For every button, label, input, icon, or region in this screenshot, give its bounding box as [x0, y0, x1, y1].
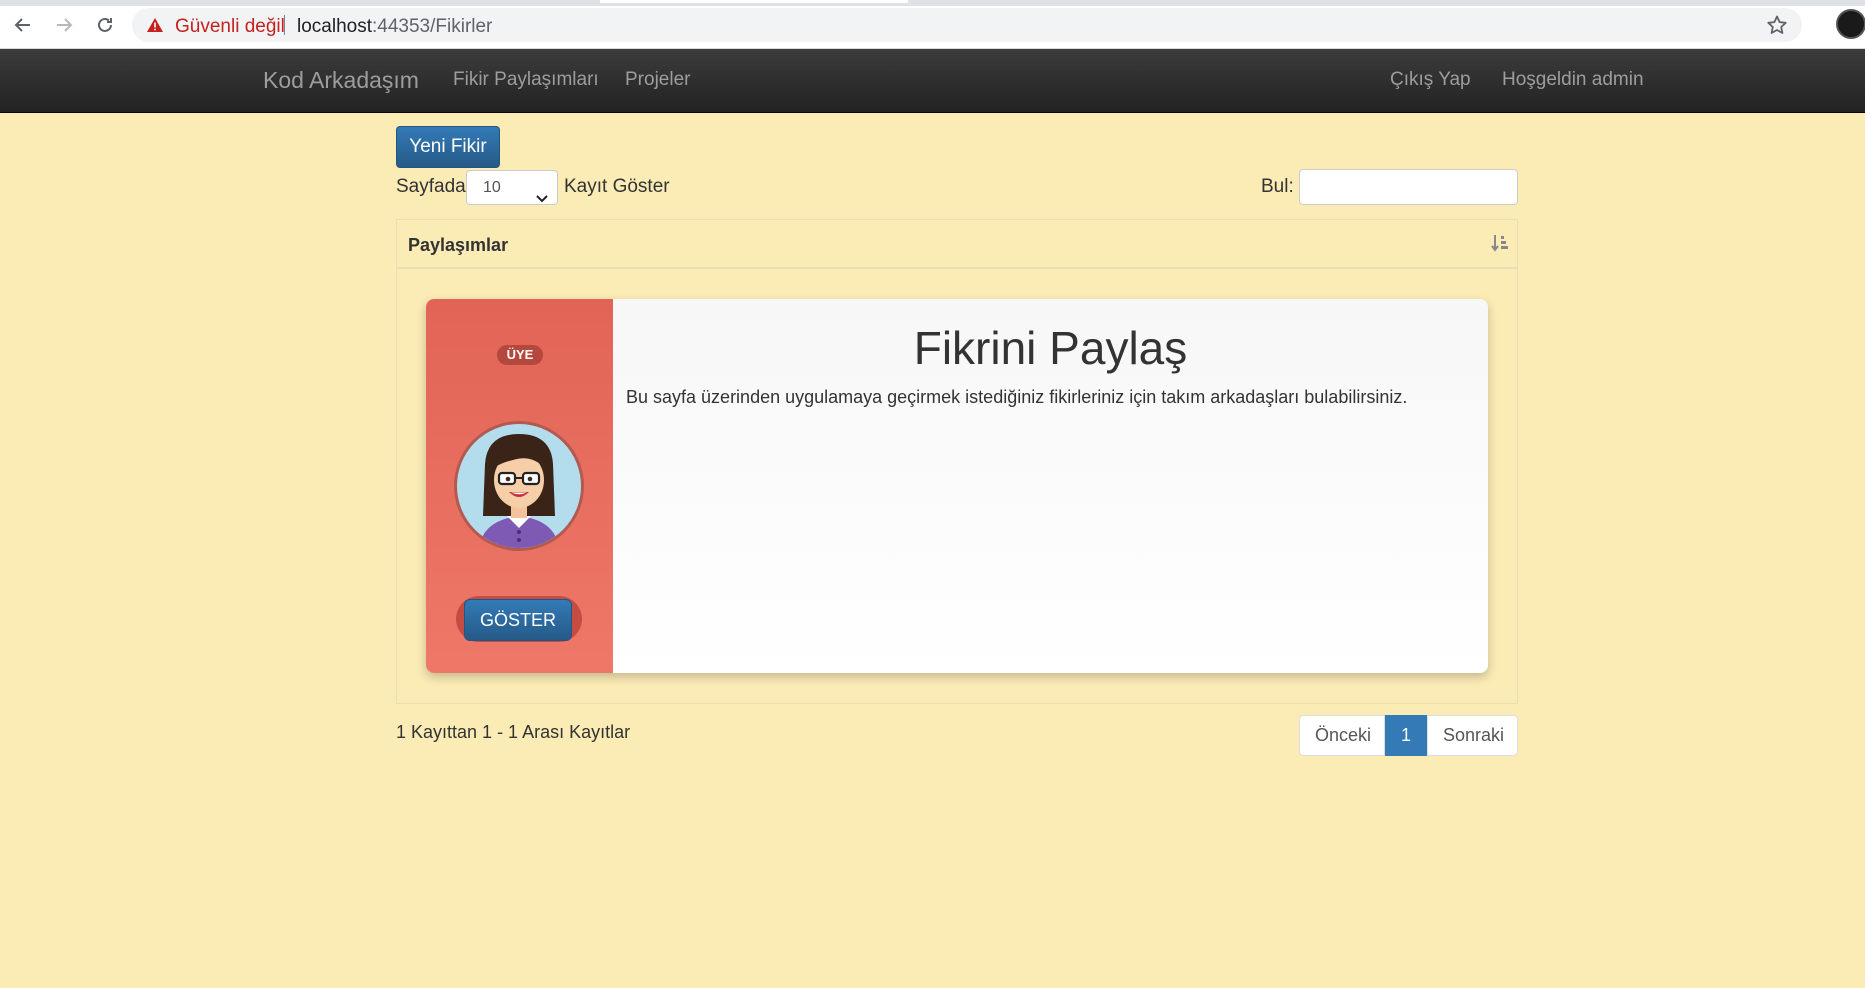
forward-arrow-icon[interactable]: [51, 12, 77, 38]
logout-link[interactable]: Çıkış Yap: [1390, 69, 1471, 91]
page-1-button[interactable]: 1: [1385, 715, 1427, 756]
page-length-select[interactable]: 10: [466, 170, 558, 205]
panel-title: Paylaşımlar: [408, 235, 509, 255]
nav-link-projects[interactable]: Projeler: [625, 69, 690, 91]
new-idea-button[interactable]: Yeni Fikir: [396, 126, 500, 168]
prev-page-button[interactable]: Önceki: [1299, 715, 1385, 756]
nav-link-ideas[interactable]: Fikir Paylaşımları: [453, 69, 599, 91]
search-label: Bul:: [1261, 176, 1294, 197]
welcome-user-link[interactable]: Hoşgeldin admin: [1502, 69, 1644, 91]
avatar: [454, 421, 584, 551]
page-length-value: 10: [483, 179, 501, 196]
chevron-down-icon: [535, 183, 549, 216]
idea-card: ÜYE GÖSTER Fikrini Paylaş Bu sayfa üzeri…: [426, 299, 1488, 673]
site-navbar: Kod Arkadaşım Fikir Paylaşımları Projele…: [0, 49, 1865, 113]
bookmark-star-icon[interactable]: [1766, 14, 1788, 41]
show-button[interactable]: GÖSTER: [464, 599, 572, 641]
next-page-button[interactable]: Sonraki: [1427, 715, 1518, 756]
back-arrow-icon[interactable]: [10, 12, 36, 38]
profile-avatar-icon[interactable]: [1836, 9, 1865, 39]
panel-header[interactable]: Paylaşımlar: [397, 220, 1517, 269]
address-bar[interactable]: Güvenli değil localhost:44353/Fikirler: [132, 8, 1802, 42]
card-sidebar: ÜYE GÖSTER: [426, 299, 613, 673]
tab-strip: [0, 0, 1865, 6]
divider: [284, 15, 285, 35]
woman-avatar-icon: [479, 434, 559, 548]
card-description: Bu sayfa üzerinden uygulamaya geçirmek i…: [626, 387, 1408, 407]
pagination: Önceki 1 Sonraki: [1299, 715, 1518, 756]
brand-link[interactable]: Kod Arkadaşım: [263, 67, 419, 94]
card-title: Fikrini Paylaş: [913, 322, 1188, 374]
url-text[interactable]: localhost:44353/Fikirler: [297, 16, 492, 38]
reload-icon[interactable]: [92, 12, 118, 38]
warning-icon: [146, 17, 164, 38]
shares-panel: Paylaşımlar ÜYE GÖSTER Fikrini Paylaş Bu…: [396, 219, 1518, 704]
browser-chrome: Güvenli değil localhost:44353/Fikirler: [0, 0, 1865, 49]
show-button-wrap: GÖSTER: [456, 596, 582, 642]
search-input[interactable]: [1299, 169, 1518, 205]
member-badge: ÜYE: [497, 345, 543, 365]
records-info: 1 Kayıttan 1 - 1 Arası Kayıtlar: [396, 722, 631, 742]
page-length-suffix: Kayıt Göster: [564, 176, 670, 197]
page-length-prefix: Sayfada: [396, 176, 466, 197]
url-path: :44353/Fikirler: [372, 16, 493, 37]
security-label[interactable]: Güvenli değil: [175, 16, 285, 38]
url-host: localhost: [297, 16, 372, 37]
sort-icon[interactable]: [1491, 233, 1509, 258]
